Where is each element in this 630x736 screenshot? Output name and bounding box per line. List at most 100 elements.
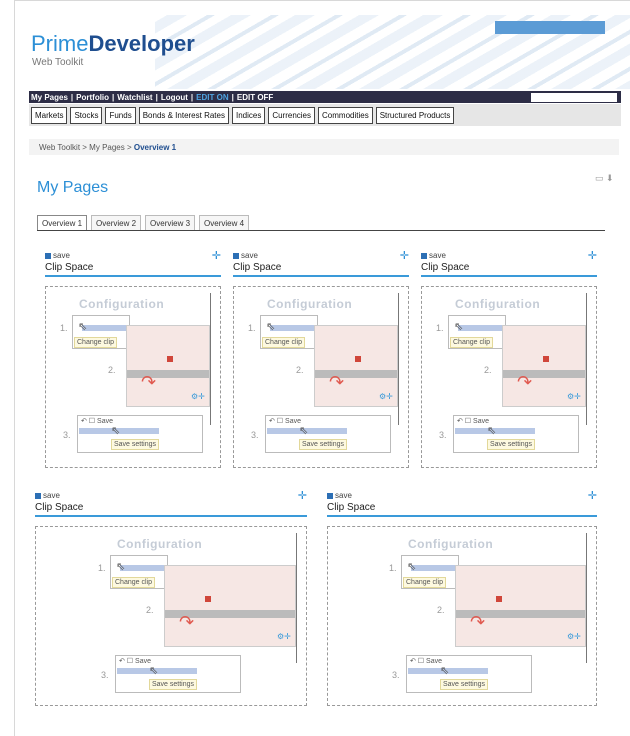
tab-overview-1[interactable]: Overview 1 [37, 215, 88, 230]
step-1-number: 1. [436, 323, 444, 333]
save-icon [35, 492, 41, 499]
marker-icon [496, 596, 502, 602]
tab-overview-2[interactable]: Overview 2 [91, 215, 142, 230]
change-clip-button[interactable]: Change clip [112, 577, 155, 588]
tab-overview-3[interactable]: Overview 3 [145, 215, 196, 230]
logo[interactable]: PrimeDeveloper [31, 33, 195, 55]
tab-overview-4[interactable]: Overview 4 [199, 215, 250, 230]
cursor-icon: ⇖ [116, 561, 126, 573]
portlet-header: save ✛ Clip Space [45, 249, 221, 285]
change-clip-button[interactable]: Change clip [262, 337, 305, 348]
save-settings-button[interactable]: Save settings [299, 439, 348, 450]
divider-line [296, 533, 297, 663]
marker-icon [205, 596, 211, 602]
save-link[interactable]: save [233, 251, 258, 260]
step-2-number: 2. [437, 605, 445, 615]
settings-icons: ⚙✛ [191, 392, 205, 401]
step-3-number: 3. [392, 670, 400, 680]
cursor-icon: ⇖ [440, 665, 450, 677]
marker-icon [167, 356, 173, 362]
save-link[interactable]: save [45, 251, 70, 260]
save-settings-button[interactable]: Save settings [487, 439, 536, 450]
marker-icon [355, 356, 361, 362]
save-link[interactable]: save [35, 491, 60, 500]
step-2-number: 2. [296, 365, 304, 375]
overview-tabs: Overview 1 Overview 2 Overview 3 Overvie… [37, 215, 605, 231]
tab-markets[interactable]: Markets [31, 106, 68, 124]
tab-bonds[interactable]: Bonds & Interest Rates [138, 106, 229, 124]
change-clip-button[interactable]: Change clip [74, 337, 117, 348]
step-1-number: 1. [60, 323, 68, 333]
market-tabs: Markets Stocks Funds Bonds & Interest Ra… [29, 104, 621, 126]
save-label: save [53, 251, 70, 260]
tab-currencies[interactable]: Currencies [268, 106, 316, 124]
portlet-title: Clip Space [45, 262, 94, 273]
screen-preview: ↷ ⚙✛ [455, 565, 586, 647]
nav-watchlist[interactable]: Watchlist [117, 93, 152, 102]
save-label: save [43, 491, 60, 500]
portlet-body: Configuration 1. ⇖ Change clip ↷ ⚙✛ 2. 3… [45, 286, 221, 468]
tab-commodities[interactable]: Commodities [318, 106, 373, 124]
portlet-header: save ✛ Clip Space [421, 249, 597, 285]
save-icon [45, 252, 51, 259]
change-clip-button[interactable]: Change clip [403, 577, 446, 588]
nav-edit-off[interactable]: EDIT OFF [237, 93, 273, 102]
save-link[interactable]: save [327, 491, 352, 500]
cursor-icon: ⇖ [149, 665, 159, 677]
portlet-body: Configuration 1. ⇖ Change clip ↷ ⚙✛ 2. 3… [421, 286, 597, 468]
nav-separator: | [70, 92, 74, 102]
search-input[interactable] [531, 93, 617, 102]
cursor-icon: ⇖ [111, 425, 121, 437]
tab-indices[interactable]: Indices [231, 106, 266, 124]
move-icon[interactable]: ✛ [212, 249, 221, 262]
portlet-title: Clip Space [421, 262, 470, 273]
move-icon[interactable]: ✛ [588, 489, 597, 502]
page-frame: PrimeDeveloper Web Toolkit My Pages | Po… [14, 0, 630, 736]
move-icon[interactable]: ✛ [588, 249, 597, 262]
cursor-icon: ⇖ [78, 321, 88, 333]
settings-icons: ⚙✛ [567, 632, 581, 641]
tab-structured-products[interactable]: Structured Products [375, 106, 455, 124]
arrow-icon: ↷ [470, 612, 486, 632]
step-1-number: 1. [248, 323, 256, 333]
arrow-icon: ↷ [141, 372, 157, 392]
move-icon[interactable]: ✛ [298, 489, 307, 502]
tab-stocks[interactable]: Stocks [70, 106, 103, 124]
change-clip-button[interactable]: Change clip [450, 337, 493, 348]
portlet-header: save ✛ Clip Space [233, 249, 409, 285]
save-checkbox-row: ↶ ☐ Save [81, 418, 113, 425]
save-settings-button[interactable]: Save settings [111, 439, 160, 450]
settings-icons: ⚙✛ [379, 392, 393, 401]
portlet: save ✛ Clip Space Configuration 1. ⇖ Cha… [45, 249, 221, 468]
nav-my-pages[interactable]: My Pages [31, 93, 68, 102]
arrow-icon: ↷ [517, 372, 533, 392]
configuration-title: Configuration [267, 297, 353, 311]
move-icon[interactable]: ✛ [400, 249, 409, 262]
divider-line [586, 293, 587, 425]
step-3-number: 3. [63, 430, 71, 440]
save-settings-button[interactable]: Save settings [440, 679, 489, 690]
nav-edit-on[interactable]: EDIT ON [196, 93, 228, 102]
top-nav: My Pages | Portfolio | Watchlist | Logou… [29, 91, 621, 103]
tab-funds[interactable]: Funds [105, 106, 136, 124]
breadcrumb-path[interactable]: Web Toolkit > My Pages > [39, 143, 134, 152]
step-2-number: 2. [108, 365, 116, 375]
save-icon [421, 252, 427, 259]
step-3-number: 3. [251, 430, 259, 440]
cursor-icon: ⇖ [407, 561, 417, 573]
preview-bar [315, 370, 397, 378]
portlet: save ✛ Clip Space Configuration 1. ⇖ Cha… [35, 489, 307, 706]
save-link[interactable]: save [421, 251, 446, 260]
portlet-divider [421, 275, 597, 277]
step-3-number: 3. [439, 430, 447, 440]
screen-preview: ↷ ⚙✛ [164, 565, 296, 647]
step-1-number: 1. [389, 563, 397, 573]
portlet: save ✛ Clip Space Configuration 1. ⇖ Cha… [327, 489, 597, 706]
save-settings-button[interactable]: Save settings [149, 679, 198, 690]
nav-portfolio[interactable]: Portfolio [76, 93, 109, 102]
header: PrimeDeveloper Web Toolkit [15, 1, 630, 91]
nav-logout[interactable]: Logout [161, 93, 188, 102]
save-label: save [429, 251, 446, 260]
print-icon[interactable]: ▭ ⬇ [595, 173, 614, 184]
cursor-icon: ⇖ [487, 425, 497, 437]
